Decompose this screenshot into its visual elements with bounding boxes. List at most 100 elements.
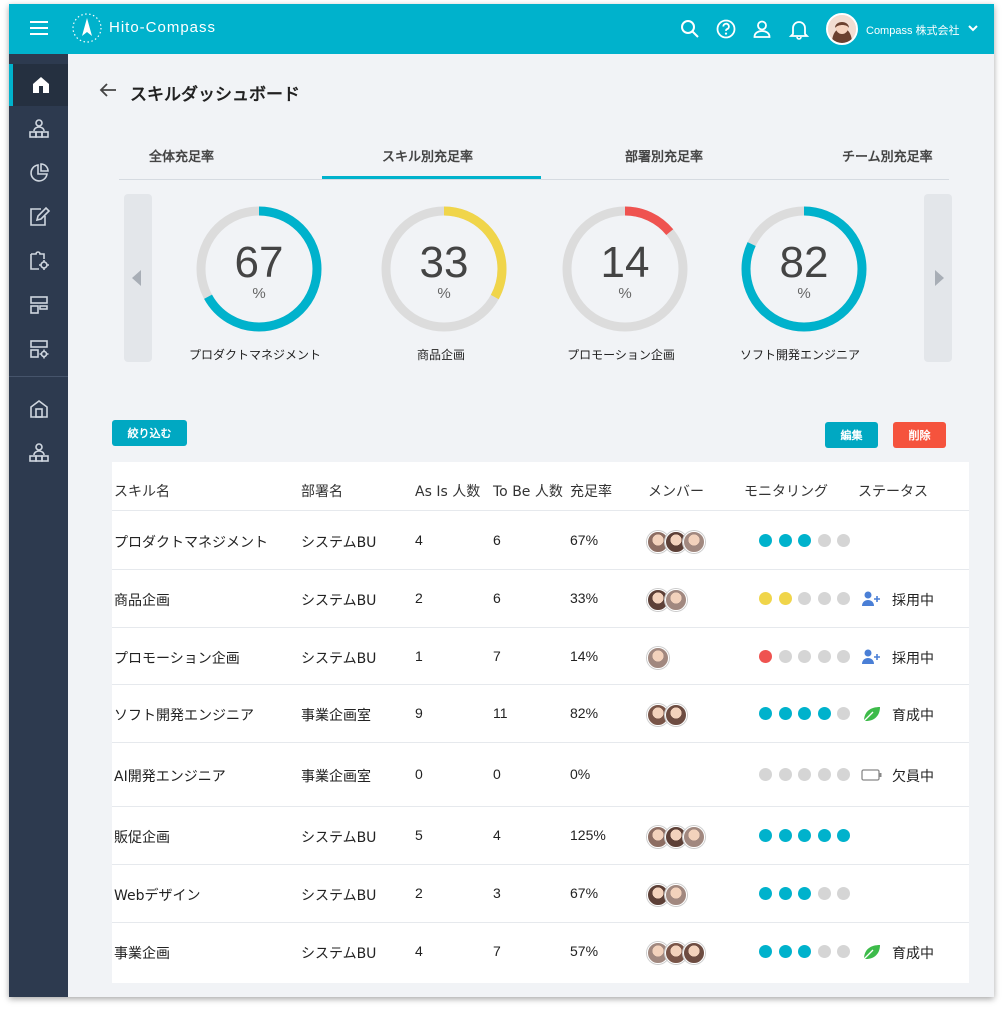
tobe-count-cell: 4 bbox=[493, 827, 501, 843]
table-row[interactable]: プロダクトマネジメント システムBU 4 6 67% bbox=[112, 510, 969, 569]
chevron-left-icon bbox=[132, 270, 141, 286]
monitoring-dot-filled bbox=[759, 945, 772, 958]
back-arrow-icon[interactable] bbox=[99, 82, 117, 98]
monitoring-dot-filled bbox=[759, 534, 772, 547]
help-icon[interactable] bbox=[715, 18, 737, 40]
monitoring-dot-empty bbox=[837, 650, 850, 663]
asis-count-cell: 2 bbox=[415, 885, 423, 901]
tab-by-skill[interactable]: スキル別充足率 bbox=[382, 146, 473, 165]
monitoring-dot-empty bbox=[778, 768, 792, 781]
tab-bar: 全体充足率 スキル別充足率 部署別充足率 チーム別充足率 bbox=[119, 134, 949, 180]
delete-button[interactable]: 削除 bbox=[893, 422, 946, 448]
table-row[interactable]: 販促企画 システムBU 5 4 125% bbox=[112, 806, 969, 864]
member-avatar[interactable] bbox=[665, 589, 687, 611]
monitoring-dot-filled bbox=[778, 592, 792, 605]
hamburger-menu-icon[interactable] bbox=[30, 21, 48, 35]
column-header-skill[interactable]: スキル名 bbox=[114, 481, 170, 501]
monitoring-dot-empty bbox=[837, 887, 850, 900]
column-header-status[interactable]: ステータス bbox=[858, 481, 928, 501]
table-row[interactable]: Webデザイン システムBU 2 3 67% bbox=[112, 864, 969, 922]
leaf-icon bbox=[863, 707, 880, 722]
tab-by-department[interactable]: 部署別充足率 bbox=[625, 146, 703, 165]
sidebar bbox=[9, 54, 68, 997]
member-avatar[interactable] bbox=[665, 884, 687, 906]
table-row[interactable]: 事業企画 システムBU 4 7 57% 育成中 bbox=[112, 922, 969, 980]
monitoring-dot-filled bbox=[798, 707, 811, 720]
monitoring-dot-filled bbox=[837, 829, 850, 842]
member-avatar[interactable] bbox=[683, 826, 705, 848]
column-header-members[interactable]: メンバー bbox=[648, 481, 704, 501]
table-row[interactable]: プロモーション企画 システムBU 1 7 14% 採用中 bbox=[112, 627, 969, 684]
carousel-prev-button[interactable] bbox=[124, 194, 152, 362]
monitoring-dot-filled bbox=[798, 887, 811, 900]
search-icon[interactable] bbox=[679, 18, 701, 40]
avatar[interactable] bbox=[826, 13, 858, 45]
member-avatar[interactable] bbox=[683, 942, 705, 964]
department-cell: システムBU bbox=[301, 888, 377, 904]
layout-gear-icon bbox=[29, 340, 48, 359]
monitoring-dot-empty bbox=[817, 534, 831, 547]
add-user-icon bbox=[862, 649, 880, 664]
sidebar-item-edit[interactable] bbox=[9, 196, 68, 238]
skill-name-cell: 商品企画 bbox=[114, 593, 170, 609]
gauge-3[interactable]: 14% bbox=[557, 201, 693, 337]
tobe-count-cell: 6 bbox=[493, 532, 501, 548]
sidebar-item-layout-settings[interactable] bbox=[9, 328, 68, 370]
gauge-1[interactable]: 67% bbox=[191, 201, 327, 337]
compass-logo-icon bbox=[72, 13, 102, 43]
sidebar-item-layout[interactable] bbox=[9, 284, 68, 326]
table-row[interactable]: AI開発エンジニア 事業企画室 0 0 0% 欠員中 bbox=[112, 742, 969, 806]
column-header-rate[interactable]: 充足率 bbox=[570, 481, 612, 501]
monitoring-dot-empty bbox=[837, 768, 850, 781]
asis-count-cell: 0 bbox=[415, 766, 423, 782]
fill-rate-cell: 67% bbox=[570, 885, 599, 901]
leaf-icon bbox=[863, 945, 880, 960]
table-row[interactable]: ソフト開発エンジニア 事業企画室 9 11 82% 育成中 bbox=[112, 684, 969, 742]
gauge-4[interactable]: 82% bbox=[736, 201, 872, 337]
filter-button[interactable]: 絞り込む bbox=[112, 420, 187, 446]
sidebar-item-building[interactable] bbox=[9, 388, 68, 430]
sidebar-item-analytics[interactable] bbox=[9, 152, 68, 194]
status-label: 育成中 bbox=[892, 708, 934, 724]
column-header-monitoring[interactable]: モニタリング bbox=[744, 481, 828, 501]
member-avatar[interactable] bbox=[647, 647, 669, 669]
monitoring-dot-filled bbox=[778, 829, 792, 842]
column-header-tobe[interactable]: To Be 人数 bbox=[493, 481, 563, 501]
home-icon bbox=[32, 77, 49, 93]
empty-battery-icon bbox=[861, 769, 882, 781]
gauge-2[interactable]: 33% bbox=[376, 201, 512, 337]
sidebar-divider bbox=[9, 376, 68, 377]
tobe-count-cell: 7 bbox=[493, 648, 501, 664]
sidebar-item-members[interactable] bbox=[9, 432, 68, 474]
table-row[interactable]: 商品企画 システムBU 2 6 33% 採用中 bbox=[112, 569, 969, 627]
department-cell: システムBU bbox=[301, 830, 377, 846]
member-avatar[interactable] bbox=[665, 704, 687, 726]
bell-icon[interactable] bbox=[788, 18, 810, 40]
monitoring-dot-empty bbox=[817, 650, 831, 663]
monitoring-dot-empty bbox=[798, 650, 811, 663]
page-title: スキルダッシュボード bbox=[130, 85, 300, 105]
company-name[interactable]: Compass 株式会社 bbox=[866, 22, 960, 38]
column-header-asis[interactable]: As Is 人数 bbox=[415, 481, 480, 501]
sidebar-item-home[interactable] bbox=[9, 64, 68, 106]
tab-overall[interactable]: 全体充足率 bbox=[149, 146, 214, 165]
sidebar-item-organization[interactable] bbox=[9, 108, 68, 150]
gauge-label: プロモーション企画 bbox=[567, 348, 675, 362]
edit-button[interactable]: 編集 bbox=[825, 422, 878, 448]
tab-by-team[interactable]: チーム別充足率 bbox=[842, 146, 933, 165]
asis-count-cell: 2 bbox=[415, 590, 423, 606]
column-header-department[interactable]: 部署名 bbox=[301, 481, 343, 501]
asis-count-cell: 9 bbox=[415, 705, 423, 721]
chevron-down-icon[interactable] bbox=[967, 22, 979, 34]
carousel-next-button[interactable] bbox=[924, 194, 952, 362]
monitoring-dot-filled bbox=[778, 887, 792, 900]
monitoring-dot-filled bbox=[817, 707, 831, 720]
building-icon bbox=[29, 400, 48, 418]
member-avatar[interactable] bbox=[683, 531, 705, 553]
gauge-value: 14 bbox=[600, 238, 650, 287]
sidebar-item-skill-settings[interactable] bbox=[9, 240, 68, 282]
user-icon[interactable] bbox=[751, 18, 773, 40]
department-cell: システムBU bbox=[301, 593, 377, 609]
active-tab-indicator bbox=[322, 176, 541, 179]
department-cell: システムBU bbox=[301, 946, 377, 962]
